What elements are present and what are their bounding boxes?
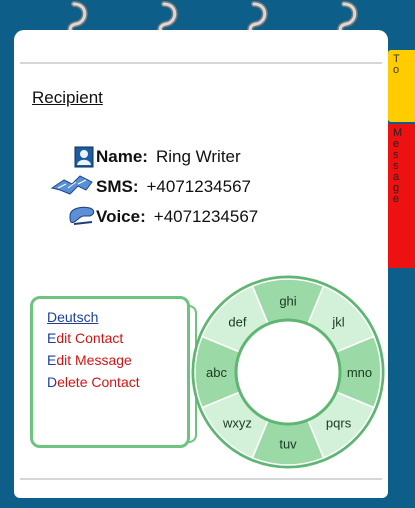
voice-value: +4071234567: [153, 207, 259, 226]
tab-yellow-label: T o: [393, 53, 400, 76]
sms-icon: [50, 175, 93, 195]
keypad-key-label: tuv: [279, 437, 297, 452]
delete-contact-initial: D: [47, 374, 58, 390]
phone-handset-icon: [69, 206, 95, 225]
rotary-keypad: ghi jkl mno pqrs tuv wxyz abc def: [191, 275, 385, 469]
divider: [20, 478, 382, 480]
keypad-key-label: pqrs: [326, 416, 352, 431]
keypad-key-label: wxyz: [222, 416, 252, 431]
language-link[interactable]: Deutsch: [47, 309, 98, 325]
sms-value: +4071234567: [146, 177, 251, 196]
sms-label: SMS:: [96, 177, 139, 196]
edit-contact-initial: E: [47, 330, 57, 346]
edit-contact-rest: dit Contact: [56, 330, 124, 346]
recipient-heading: Recipient: [32, 88, 103, 107]
tab-message[interactable]: M e s s a g e: [388, 124, 415, 268]
edit-contact-link[interactable]: Edit Contact: [47, 330, 123, 346]
action-menu: Deutsch Edit Contact Edit Message Delete…: [30, 296, 197, 448]
contact-card-icon: [74, 146, 94, 168]
sms-row: SMS: +4071234567: [50, 174, 251, 200]
keypad-key-label: def: [228, 314, 246, 329]
edit-message-link[interactable]: Edit Message: [47, 352, 132, 368]
delete-contact-link[interactable]: Delete Contact: [47, 374, 140, 390]
name-label: Name:: [96, 147, 148, 166]
keypad-key-label: jkl: [331, 314, 344, 329]
tab-yellow[interactable]: T o: [388, 50, 415, 122]
keypad-center: [234, 318, 342, 426]
name-value: Ring Writer: [155, 147, 241, 166]
edit-message-rest: dit Message: [56, 352, 132, 368]
keypad-key-label: ghi: [279, 294, 296, 309]
divider: [20, 62, 382, 64]
voice-label: Voice:: [96, 207, 146, 226]
tab-message-label: M e s s a g e: [393, 127, 403, 205]
name-row: Name: Ring Writer: [74, 144, 241, 170]
keypad-key-label: mno: [347, 365, 372, 380]
keypad-key-label: abc: [206, 365, 227, 380]
edit-message-initial: E: [47, 352, 57, 368]
voice-row: Voice: +4071234567: [69, 204, 259, 230]
delete-contact-rest: elete Contact: [57, 374, 140, 390]
